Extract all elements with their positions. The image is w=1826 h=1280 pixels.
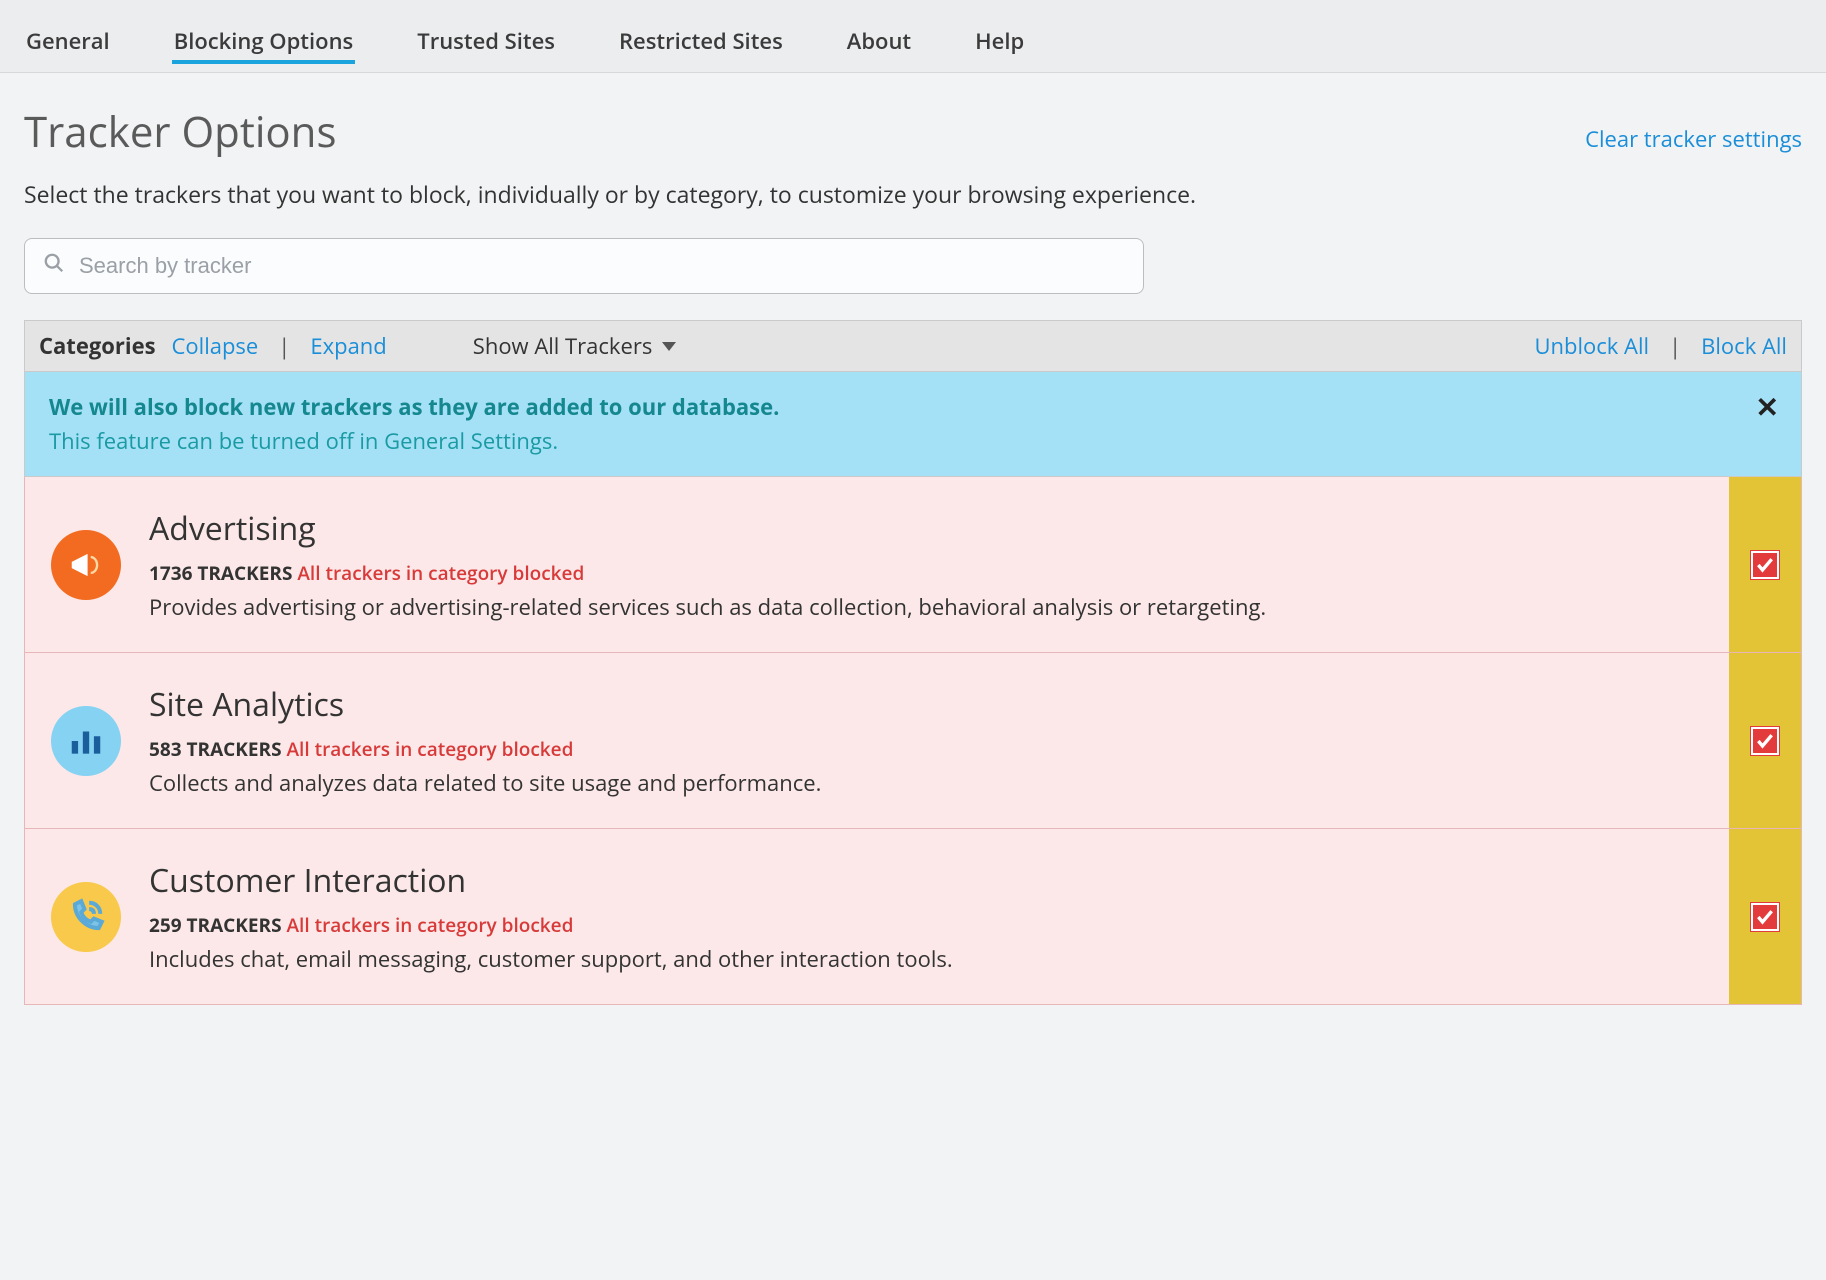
- show-filter-dropdown[interactable]: Show All Trackers: [473, 331, 677, 361]
- expand-link[interactable]: Expand: [310, 331, 386, 361]
- checkbox-column: [1729, 829, 1801, 1004]
- clear-tracker-settings-link[interactable]: Clear tracker settings: [1585, 124, 1802, 154]
- category-description: Provides advertising or advertising-rela…: [149, 592, 1266, 622]
- category-status: All trackers in category blocked: [287, 912, 574, 938]
- show-filter-label: Show All Trackers: [473, 331, 653, 361]
- bar-chart-icon: [51, 706, 121, 776]
- unblock-all-link[interactable]: Unblock All: [1534, 331, 1649, 361]
- category-status: All trackers in category blocked: [297, 560, 584, 586]
- category-row-site-analytics[interactable]: Site Analytics 583 TRACKERS All trackers…: [24, 653, 1802, 829]
- category-title: Customer Interaction: [149, 859, 953, 902]
- block-all-link[interactable]: Block All: [1701, 331, 1787, 361]
- category-title: Site Analytics: [149, 683, 821, 726]
- tab-about[interactable]: About: [845, 20, 913, 72]
- page-title: Tracker Options: [24, 103, 336, 160]
- category-description: Includes chat, email messaging, customer…: [149, 944, 953, 974]
- tab-bar: General Blocking Options Trusted Sites R…: [0, 0, 1826, 73]
- search-input[interactable]: [79, 253, 1125, 279]
- tab-blocking-options[interactable]: Blocking Options: [172, 20, 356, 72]
- megaphone-icon: [51, 530, 121, 600]
- tracker-count: 1736 TRACKERS: [149, 560, 292, 586]
- category-title: Advertising: [149, 507, 1266, 550]
- category-block-checkbox[interactable]: [1751, 727, 1779, 755]
- category-row-customer-interaction[interactable]: Customer Interaction 259 TRACKERS All tr…: [24, 829, 1802, 1005]
- category-block-checkbox[interactable]: [1751, 551, 1779, 579]
- search-container: [24, 238, 1144, 294]
- checkbox-column: [1729, 653, 1801, 828]
- tab-help[interactable]: Help: [973, 20, 1026, 72]
- category-row-advertising[interactable]: Advertising 1736 TRACKERS All trackers i…: [24, 477, 1802, 653]
- tracker-count: 259 TRACKERS: [149, 912, 282, 938]
- collapse-link[interactable]: Collapse: [172, 331, 259, 361]
- tab-general[interactable]: General: [24, 20, 112, 72]
- notice-line1: We will also block new trackers as they …: [49, 392, 1777, 422]
- categories-toolbar: Categories Collapse | Expand Show All Tr…: [24, 320, 1802, 372]
- separator: |: [274, 331, 294, 361]
- phone-icon: [51, 882, 121, 952]
- search-icon: [43, 251, 65, 281]
- info-notice: We will also block new trackers as they …: [24, 372, 1802, 477]
- checkbox-column: [1729, 477, 1801, 652]
- separator: |: [1665, 331, 1685, 361]
- tab-trusted-sites[interactable]: Trusted Sites: [415, 20, 557, 72]
- categories-label: Categories: [39, 331, 156, 361]
- category-block-checkbox[interactable]: [1751, 903, 1779, 931]
- tracker-count: 583 TRACKERS: [149, 736, 282, 762]
- notice-line2: This feature can be turned off in Genera…: [49, 426, 1777, 456]
- category-description: Collects and analyzes data related to si…: [149, 768, 821, 798]
- page-subtitle: Select the trackers that you want to blo…: [24, 178, 1802, 210]
- chevron-down-icon: [662, 342, 676, 351]
- category-status: All trackers in category blocked: [287, 736, 574, 762]
- close-icon[interactable]: ✕: [1756, 388, 1779, 426]
- tab-restricted-sites[interactable]: Restricted Sites: [617, 20, 785, 72]
